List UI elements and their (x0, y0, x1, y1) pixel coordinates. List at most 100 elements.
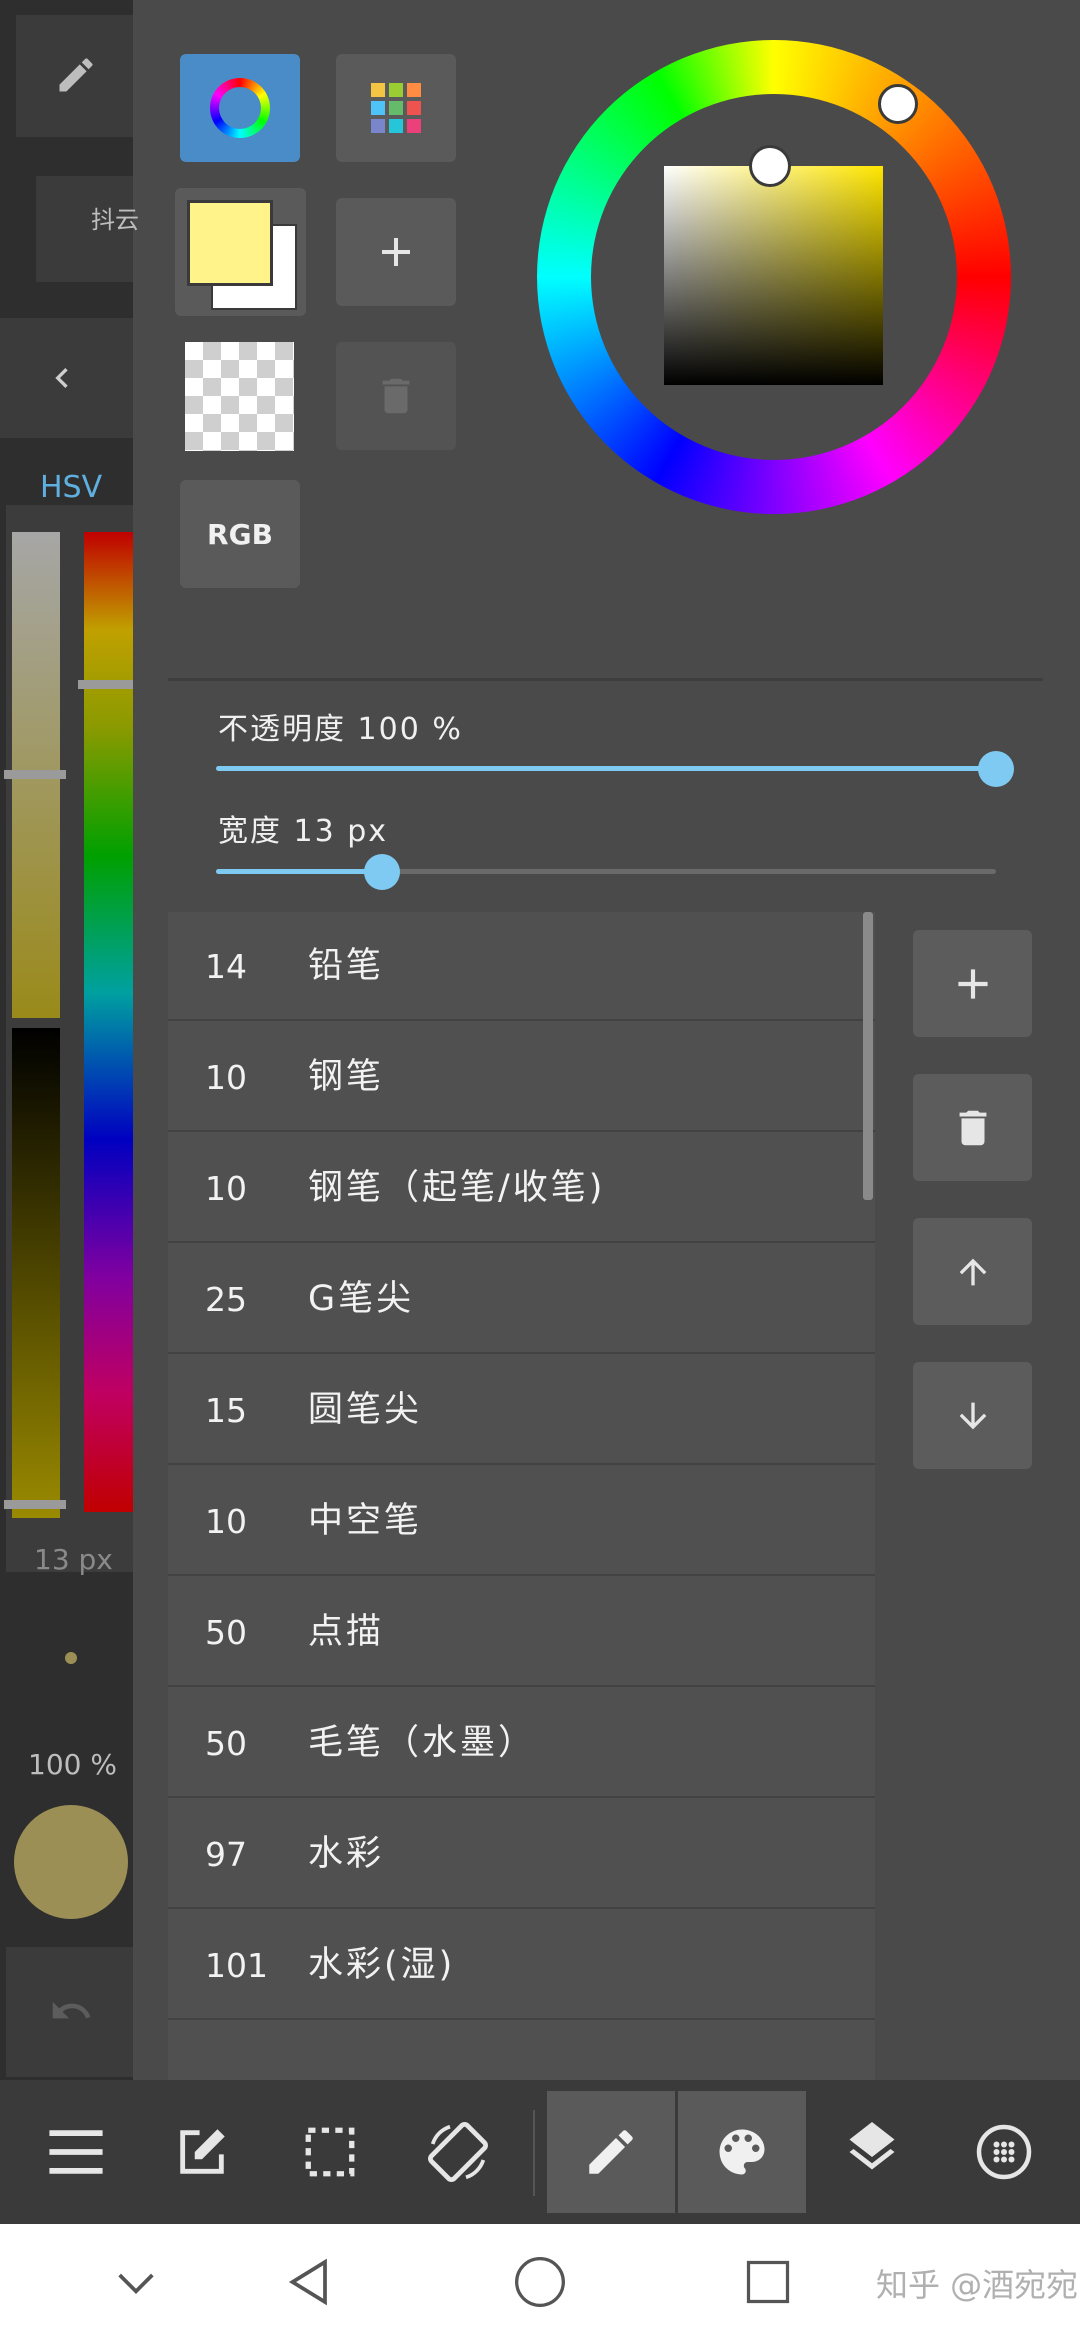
rotate-screen-icon (428, 2122, 488, 2182)
opacity-readout: 100 % (28, 1748, 117, 1781)
move-up-button[interactable] (913, 1218, 1032, 1325)
brush-row[interactable]: 10 钢笔 (168, 1023, 875, 1132)
brush-size: 10 (205, 1058, 247, 1097)
left-tool-strip: 抖云 HSV 13 px 100 % (0, 0, 139, 2080)
back-triangle-icon (288, 2258, 327, 2306)
brush-list-scrollbar[interactable] (863, 912, 873, 1200)
undo-icon (52, 2001, 91, 2019)
palette-icon (719, 2129, 765, 2175)
transform-button[interactable] (394, 2091, 522, 2213)
nav-recents-button[interactable] (742, 2256, 794, 2308)
undo-button[interactable] (6, 1947, 133, 2077)
current-color-swatch[interactable] (14, 1805, 128, 1919)
move-down-button[interactable] (913, 1362, 1032, 1469)
nav-home-button[interactable] (512, 2254, 568, 2310)
brush-row[interactable]: 50 毛笔（水墨） (168, 1689, 875, 1798)
home-circle-icon (515, 2257, 565, 2307)
brush-name: 中空笔 (308, 1501, 423, 1541)
saturation-value-square[interactable] (664, 166, 883, 385)
pencil-icon (59, 58, 93, 92)
color-wheel-mode-button[interactable] (180, 54, 300, 162)
brush-row[interactable]: 10 中空笔 (168, 1467, 875, 1576)
palette-grid-button[interactable] (336, 54, 456, 162)
opacity-slider-track[interactable] (216, 766, 996, 771)
chevron-down-icon (118, 2273, 154, 2294)
hue-slider[interactable] (84, 532, 133, 1512)
selection-icon (305, 2127, 355, 2177)
more-menu-button[interactable] (940, 2091, 1068, 2213)
selection-button[interactable] (266, 2091, 394, 2213)
brush-size: 10 (205, 1169, 247, 1208)
value-handle[interactable] (4, 1500, 66, 1509)
pen-tool-button[interactable] (16, 15, 133, 137)
width-slider-thumb[interactable] (364, 854, 400, 890)
bottom-toolbar (0, 2080, 1080, 2224)
hue-handle[interactable] (78, 680, 133, 689)
arrow-up-icon (959, 1258, 986, 1285)
tab-label: 抖云 (91, 206, 139, 234)
recents-square-icon (746, 2260, 790, 2304)
toolbar-divider (533, 2110, 535, 2196)
brush-name: G笔尖 (308, 1279, 415, 1319)
color-palette-button[interactable] (678, 2091, 806, 2213)
brush-size: 15 (205, 1391, 247, 1430)
saturation-handle[interactable] (4, 770, 66, 779)
brush-name: 圆笔尖 (308, 1390, 423, 1430)
pencil-icon (589, 2130, 633, 2174)
brush-size: 97 (205, 1835, 247, 1874)
layers-button[interactable] (808, 2091, 936, 2213)
brush-tool-button[interactable] (547, 2091, 675, 2213)
opacity-label: 不透明度 100 % (218, 712, 463, 747)
delete-color-button[interactable] (336, 342, 456, 450)
brush-row[interactable]: 97 水彩 (168, 1800, 875, 1909)
collapse-button[interactable] (0, 318, 133, 438)
brush-row[interactable]: 14 铅笔 (168, 912, 875, 1021)
brush-size: 101 (205, 1946, 268, 1985)
menu-button[interactable] (12, 2091, 140, 2213)
arrow-down-icon (959, 1402, 986, 1429)
chevron-left-icon (55, 368, 68, 388)
brush-name: 钢笔 (308, 1057, 385, 1097)
brush-name: 铅笔 (308, 946, 385, 986)
brush-name: 点描 (308, 1612, 385, 1652)
value-slider[interactable] (12, 1028, 60, 1518)
brush-name: 水彩 (308, 1834, 385, 1874)
hamburger-menu-icon (49, 2130, 103, 2174)
rgb-mode-button[interactable]: RGB (180, 480, 300, 588)
trash-icon (382, 378, 410, 414)
brush-name: 钢笔（起笔/收笔) (308, 1168, 606, 1208)
delete-brush-button[interactable] (913, 1074, 1032, 1181)
system-nav-bar: 知乎 @酒宛宛 (0, 2224, 1080, 2340)
brush-name: 水彩(湿) (308, 1945, 456, 1985)
brush-size: 25 (205, 1280, 247, 1319)
brush-size: 50 (205, 1613, 247, 1652)
brush-row[interactable]: 101 水彩(湿) (168, 1911, 875, 2020)
hue-ring-handle[interactable] (878, 84, 918, 124)
brush-row[interactable]: 10 钢笔（起笔/收笔) (168, 1134, 875, 1243)
dots-grid-circle-icon (976, 2124, 1032, 2180)
brush-size-preview (65, 1652, 77, 1664)
hsv-tab[interactable]: HSV (40, 470, 102, 505)
edit-button[interactable] (138, 2091, 266, 2213)
add-brush-button[interactable] (913, 930, 1032, 1037)
brush-size: 14 (205, 947, 247, 986)
watermark-text: 知乎 @酒宛宛 (876, 2266, 1079, 2304)
add-color-button[interactable] (336, 198, 456, 306)
nav-back-button[interactable] (280, 2250, 340, 2314)
transparent-color-swatch[interactable] (185, 342, 294, 451)
plus-icon (957, 968, 988, 999)
layers-icon (849, 2122, 895, 2170)
main-color-swatch[interactable] (187, 200, 273, 286)
nav-hide-button[interactable] (106, 2254, 166, 2310)
plus-icon (382, 238, 410, 266)
brush-row[interactable]: 50 点描 (168, 1578, 875, 1687)
opacity-slider-thumb[interactable] (978, 751, 1014, 787)
width-slider-fill (216, 869, 382, 874)
brush-row[interactable]: 15 圆笔尖 (168, 1356, 875, 1465)
brush-row[interactable]: 25 G笔尖 (168, 1245, 875, 1354)
size-readout: 13 px (34, 1543, 113, 1576)
sv-square-handle[interactable] (749, 145, 791, 187)
color-swap-button[interactable] (175, 188, 306, 316)
tab-button[interactable]: 抖云 (36, 176, 139, 282)
brush-size: 10 (205, 1502, 247, 1541)
